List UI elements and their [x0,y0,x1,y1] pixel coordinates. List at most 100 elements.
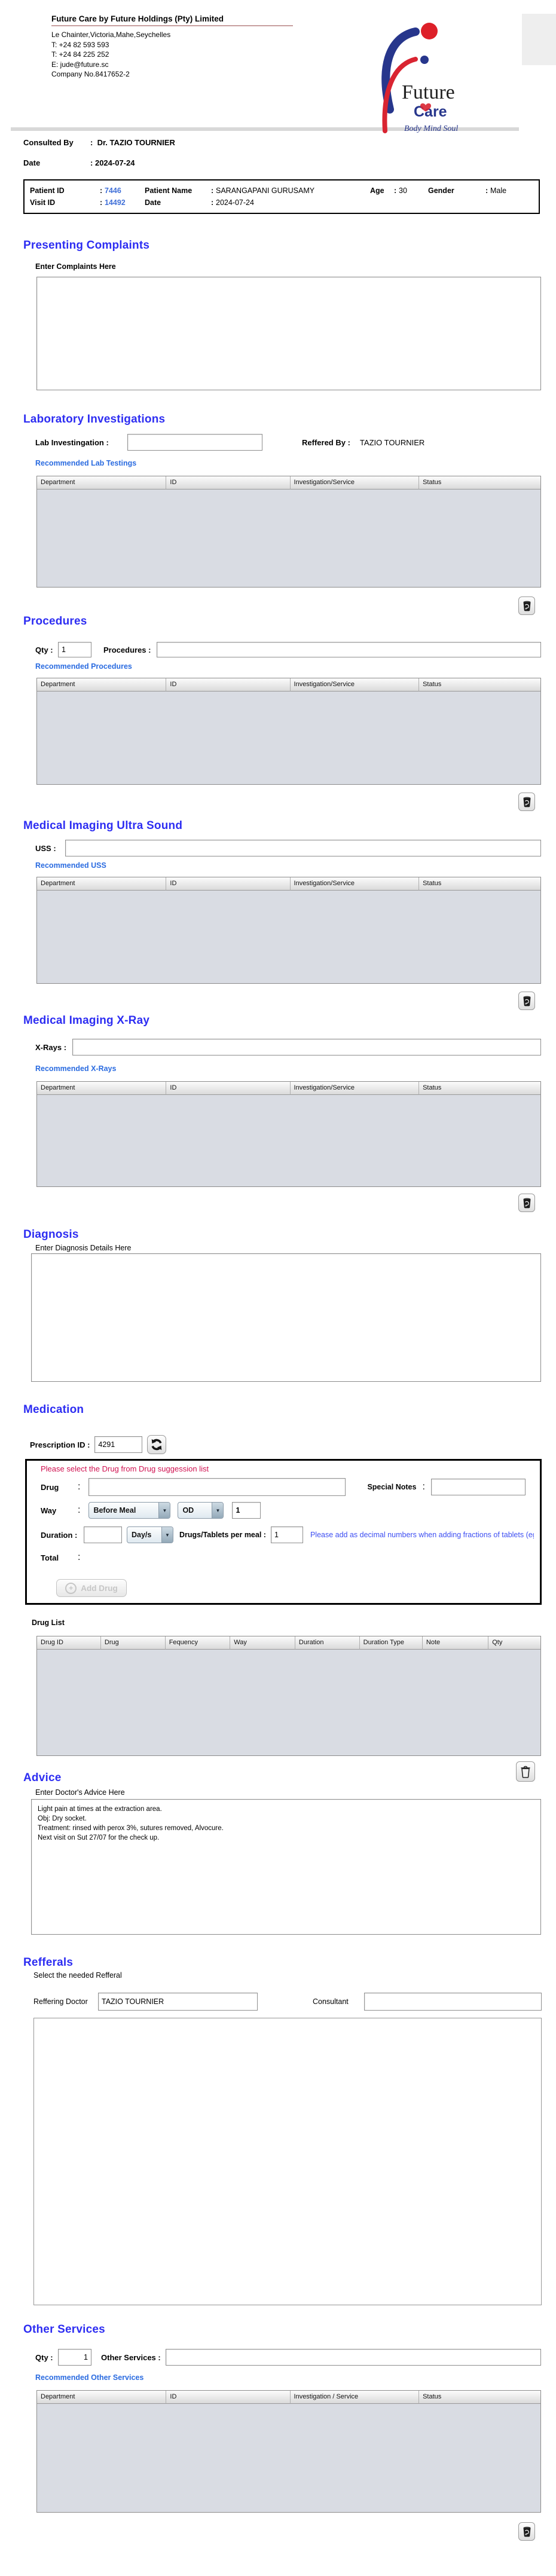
referring-doctor-input[interactable] [98,1993,258,2011]
frequency-select[interactable]: OD [178,1502,224,1519]
consult-date-value: 2024-07-24 [94,158,135,167]
colon: : [90,158,93,167]
procedures-table-body[interactable] [37,692,540,784]
column-header[interactable]: Way [230,1636,295,1650]
column-header[interactable]: Investigation/Service [290,476,420,489]
prescription-id-input[interactable] [94,1436,143,1453]
duration-unit-select[interactable]: Day/s [127,1526,173,1543]
duration-input[interactable] [84,1526,122,1543]
column-header[interactable]: Drug [100,1636,166,1650]
referred-by-value: TAZIO TOURNIER [359,438,425,447]
column-header[interactable]: Status [419,476,540,489]
column-header[interactable]: Status [419,877,540,891]
clear-uss-table-button[interactable] [518,992,535,1010]
column-header[interactable]: ID [166,2391,291,2404]
section-title-presenting-complaints: Presenting Complaints [23,239,150,252]
trash-bin-icon [523,2526,530,2537]
visit-date-value: 2024-07-24 [216,198,254,207]
colon: : [485,186,488,195]
column-header[interactable]: Investigation/Service [290,678,420,692]
recommended-procedures-link[interactable]: Recommended Procedures [35,662,556,671]
diagnosis-textarea[interactable] [31,1253,541,1382]
consulted-by-label: Consulted By [23,138,74,147]
colon: : [78,1482,81,1492]
clear-procedures-table-button[interactable] [518,793,535,811]
column-header[interactable]: Duration Type [359,1636,423,1650]
clear-lab-table-button[interactable] [518,596,535,615]
column-header[interactable]: Department [37,476,167,489]
column-header[interactable]: Investigation/Service [290,1082,420,1095]
procedures-table: Department ID Investigation/Service Stat… [36,678,541,785]
patient-name-value: SARANGAPANI GURUSAMY [216,186,315,195]
column-header[interactable]: Qty [488,1636,540,1650]
way-select[interactable]: Before Meal [88,1502,171,1519]
column-header[interactable]: ID [166,877,291,891]
drug-list-table-body[interactable] [37,1650,540,1755]
clear-drug-list-button[interactable] [516,1761,535,1782]
per-meal-input[interactable] [270,1526,303,1543]
lab-table-header: Department ID Investigation/Service Stat… [37,476,540,489]
trash-can-icon [521,1766,530,1778]
complaints-textarea[interactable] [36,277,541,390]
visit-date-label: Date [145,198,161,207]
column-header[interactable]: Investigation/Service [290,877,420,891]
drug-row: Drug : Special Notes : [41,1478,534,1496]
refresh-prescription-button[interactable] [147,1435,167,1454]
section-title-advice: Advice [23,1772,62,1784]
gender-value: Male [490,186,507,195]
column-header[interactable]: ID [166,678,291,692]
trash-bin-icon [523,601,530,611]
column-header[interactable]: ID [166,1082,291,1095]
gender-label: Gender [428,186,454,195]
drug-input[interactable] [88,1478,346,1496]
xray-label: X-Rays : [35,1042,67,1052]
add-drug-button[interactable]: + Add Drug [56,1579,127,1597]
other-services-table-body[interactable] [37,2404,540,2512]
column-header[interactable]: Note [422,1636,489,1650]
column-header[interactable]: Duration [295,1636,360,1650]
column-header[interactable]: Status [419,1082,540,1095]
column-header[interactable]: Status [419,678,540,692]
xray-table: Department ID Investigation/Service Stat… [36,1081,541,1187]
other-services-qty-input[interactable] [58,2349,91,2366]
recommended-other-services-link[interactable]: Recommended Other Services [35,2373,556,2382]
consultant-input[interactable] [363,1993,542,2011]
uss-input[interactable] [65,840,541,856]
chevron-down-icon [158,1503,170,1518]
duration-unit-value: Day/s [132,1531,152,1539]
clear-other-services-table-button[interactable] [518,2522,535,2541]
lab-table-body[interactable] [37,489,540,587]
referral-input-row: Reffering Doctor Consultant [33,1993,542,2011]
other-services-input[interactable] [165,2349,541,2366]
procedures-qty-input[interactable] [58,642,91,657]
lab-investigation-input[interactable] [127,434,262,451]
recommended-lab-testings-link[interactable]: Recommended Lab Testings [35,459,556,467]
column-header[interactable]: Fequency [165,1636,231,1650]
uss-table-body[interactable] [37,891,540,983]
advice-textarea[interactable]: Light pain at times at the extraction ar… [31,1799,541,1935]
column-header[interactable]: Department [37,678,167,692]
colon: : [90,138,93,147]
column-header[interactable]: Investigation / Service [290,2391,420,2404]
recommended-xrays-link[interactable]: Recommended X-Rays [35,1064,556,1073]
xray-table-body[interactable] [37,1095,540,1186]
column-header[interactable]: ID [166,476,291,489]
column-header[interactable]: Department [37,877,167,891]
procedures-qty-label: Qty : [35,645,53,654]
way-qty-input[interactable] [232,1502,261,1519]
column-header[interactable]: Department [37,2391,167,2404]
column-header[interactable]: Status [419,2391,540,2404]
recommended-uss-link[interactable]: Recommended USS [35,861,556,870]
special-notes-input[interactable] [430,1479,526,1495]
column-header[interactable]: Department [37,1082,167,1095]
logo-tagline: Body Mind Soul [404,124,458,133]
clear-xray-table-button[interactable] [518,1194,535,1212]
procedures-input[interactable] [157,642,541,657]
xray-trash-row [0,1194,535,1212]
column-header[interactable]: Drug ID [37,1636,101,1650]
per-meal-label: Drugs/Tablets per meal : [179,1531,266,1539]
referral-list-box[interactable] [33,2018,542,2305]
xray-input[interactable] [72,1039,541,1056]
other-services-table-header: Department ID Investigation / Service St… [37,2391,540,2404]
total-label: Total [41,1553,59,1562]
